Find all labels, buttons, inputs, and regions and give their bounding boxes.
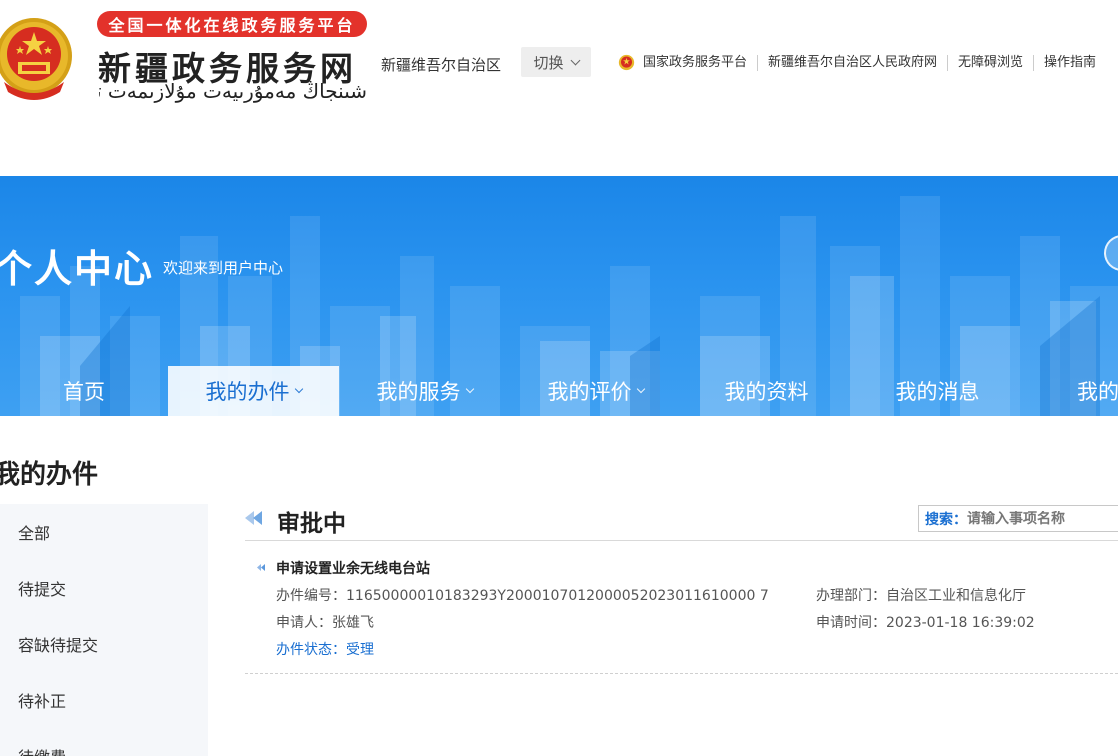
chevron-down-icon	[636, 384, 645, 394]
section-header: 审批中 搜索：	[245, 500, 1118, 541]
nav-home[interactable]: 首页	[0, 366, 168, 416]
search-label: 搜索：	[925, 511, 967, 528]
nav-my-reviews[interactable]: 我的评价	[510, 366, 681, 416]
national-emblem-icon[interactable]	[0, 12, 74, 104]
link-label: 国家政务服务平台	[643, 54, 748, 70]
nav-label: 我的消息	[895, 380, 980, 404]
apply-time-row: 申请时间：2023-01-18 16:39:02	[816, 612, 1035, 632]
region-switch-label: 切换	[533, 53, 564, 72]
sidebar-item-tolerance-pending[interactable]: 容缺待提交	[0, 616, 208, 672]
link-regional-gov[interactable]: 新疆维吾尔自治区人民政府网	[757, 54, 947, 71]
sidebar-item-pending-correction[interactable]: 待补正	[0, 672, 208, 728]
chevron-down-icon	[294, 384, 303, 394]
nav-my-licenses[interactable]: 我的照	[1023, 366, 1118, 416]
region-switch-button[interactable]: 切换	[521, 47, 591, 77]
sidebar-item-pending-submit[interactable]: 待提交	[0, 560, 208, 616]
banner: 个人中心 欢迎来到用户中心 首页 我的办件 我的服务 我的评价 我的资料 我的消…	[0, 176, 1118, 416]
applicant-row: 申请人：张雄飞	[276, 612, 374, 632]
search-box: 搜索：	[918, 505, 1118, 532]
search-input[interactable]	[967, 510, 1117, 527]
case-number-value: 11650000010183293Y2000107012000052023011…	[346, 588, 769, 604]
nav-label: 我的评价	[547, 380, 632, 404]
chevron-down-icon	[465, 384, 474, 394]
double-arrow-icon	[245, 511, 262, 525]
nav-label: 首页	[63, 380, 105, 404]
case-status-label: 办件状态：	[276, 642, 346, 658]
top-links: 国家政务服务平台 新疆维吾尔自治区人民政府网 无障碍浏览 操作指南	[618, 54, 1106, 71]
link-guide[interactable]: 操作指南	[1033, 54, 1106, 71]
chevron-down-icon	[570, 55, 580, 65]
dept-label: 办理部门：	[816, 588, 886, 604]
case-number-row: 办件编号：11650000010183293Y20001070120000520…	[276, 585, 769, 605]
applicant-label: 申请人：	[276, 615, 332, 631]
site-subtitle-uyghur: شىنجاڭ مەمۇرىيەت مۇلازىمەت تورى	[99, 79, 367, 103]
case-title-link[interactable]: 申请设置业余无线电台站	[276, 558, 430, 578]
case-number-label: 办件编号：	[276, 588, 346, 604]
case-filter-sidebar: 全部 待提交 容缺待提交 待补正 待缴费	[0, 504, 208, 756]
site-header: 全国一体化在线政务服务平台 新疆政务服务网 شىنجاڭ مەمۇرىيەت م…	[0, 0, 1118, 176]
page-title: 我的办件	[0, 460, 99, 490]
apply-time-value: 2023-01-18 16:39:02	[886, 615, 1035, 631]
nav-my-messages[interactable]: 我的消息	[852, 366, 1023, 416]
case-record: 申请设置业余无线电台站 办件编号：11650000010183293Y20001…	[245, 541, 1118, 674]
case-status-value: 受理	[346, 642, 374, 658]
nav-my-profile[interactable]: 我的资料	[681, 366, 852, 416]
nav-my-cases[interactable]: 我的办件	[168, 366, 339, 416]
section-title: 审批中	[277, 511, 346, 537]
link-national-platform[interactable]: 国家政务服务平台	[618, 54, 757, 71]
nav-my-services[interactable]: 我的服务	[339, 366, 510, 416]
emblem-icon	[618, 54, 635, 71]
platform-badge: 全国一体化在线政务服务平台	[97, 11, 367, 37]
applicant-value: 张雄飞	[332, 615, 374, 631]
dept-value: 自治区工业和信息化厅	[886, 588, 1026, 604]
nav-label: 我的服务	[376, 380, 461, 404]
dept-row: 办理部门：自治区工业和信息化厅	[816, 585, 1026, 605]
sidebar-item-pending-payment[interactable]: 待缴费	[0, 728, 208, 756]
link-accessibility[interactable]: 无障碍浏览	[947, 54, 1033, 71]
bullet-icon	[257, 564, 265, 571]
banner-title: 个人中心	[0, 247, 155, 291]
apply-time-label: 申请时间：	[816, 615, 886, 631]
nav-label: 我的照	[1077, 380, 1118, 404]
nav-label: 我的资料	[724, 380, 809, 404]
banner-subtitle: 欢迎来到用户中心	[163, 259, 284, 277]
case-status-row[interactable]: 办件状态：受理	[276, 639, 374, 659]
sidebar-item-all[interactable]: 全部	[0, 504, 208, 560]
nav-label: 我的办件	[205, 380, 290, 404]
main-nav: 首页 我的办件 我的服务 我的评价 我的资料 我的消息 我的照	[0, 366, 1118, 416]
current-region: 新疆维吾尔自治区	[381, 56, 502, 74]
